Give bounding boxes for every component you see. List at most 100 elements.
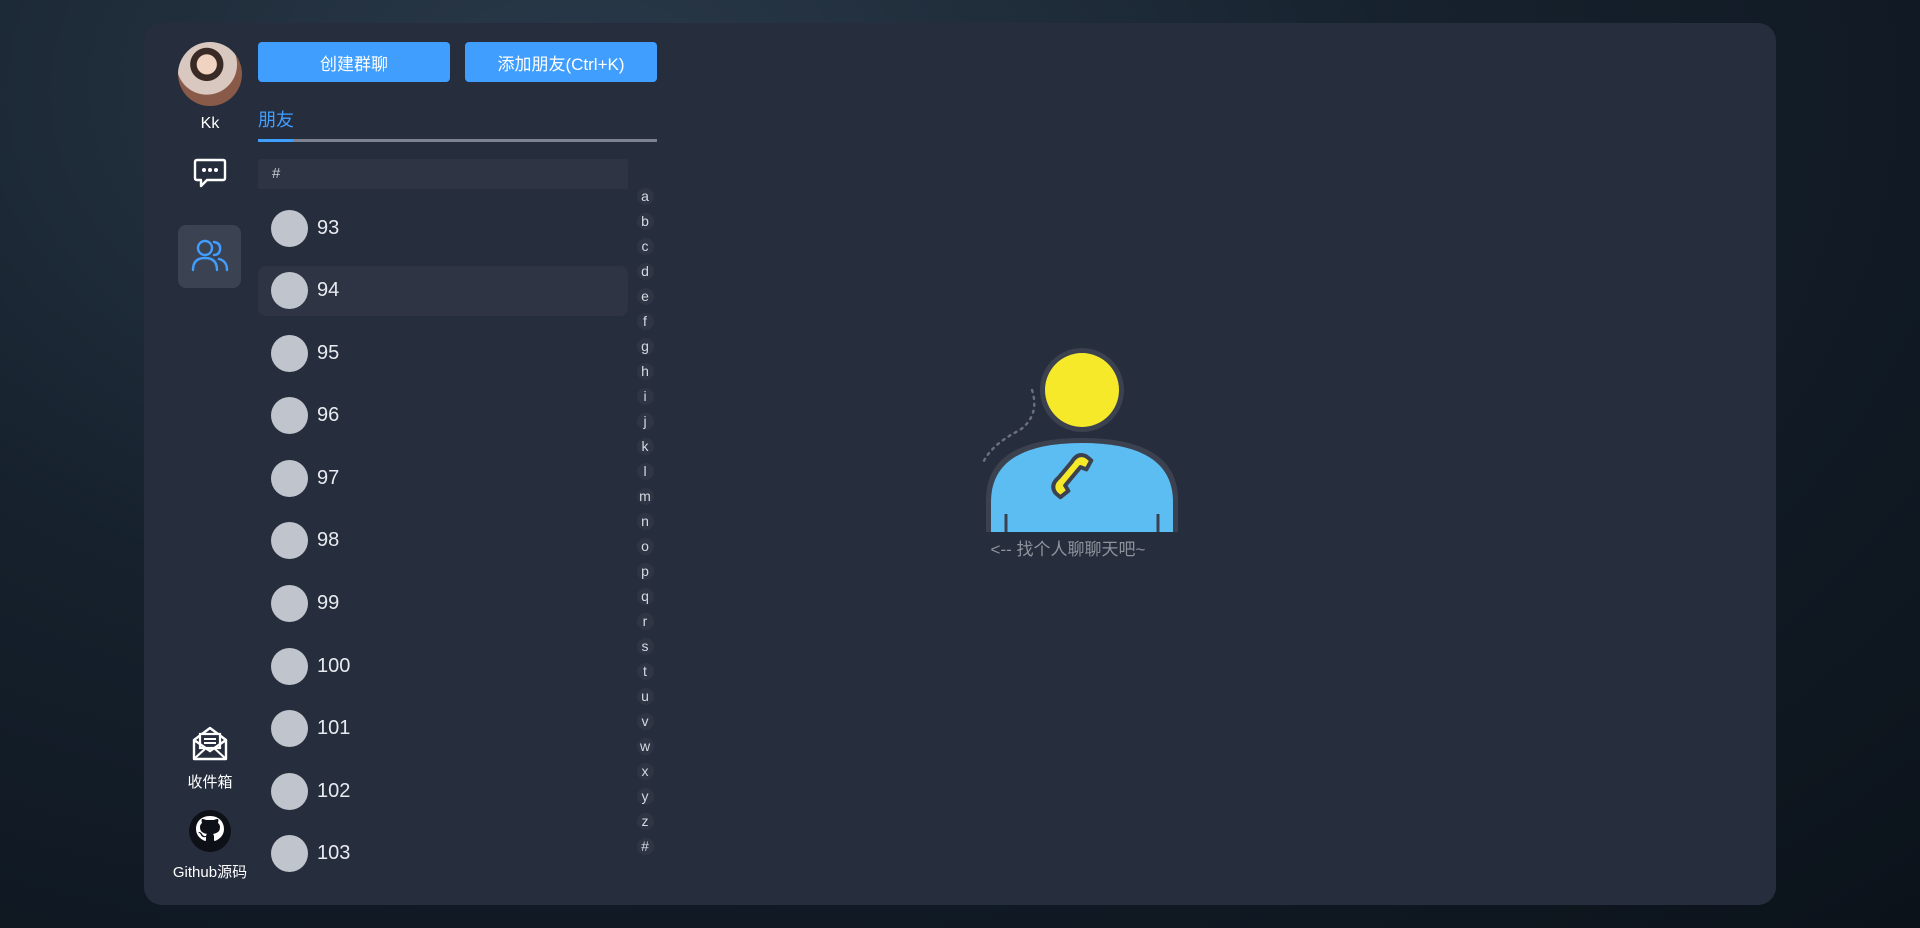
alphabet-letter[interactable]: b xyxy=(635,209,655,234)
friend-list-item[interactable]: 94 xyxy=(258,265,628,316)
friend-list-item[interactable]: 101 xyxy=(258,704,628,754)
alphabet-letter[interactable]: p xyxy=(635,559,655,584)
friend-name: 99 xyxy=(317,592,340,615)
alphabet-letter-label: x xyxy=(641,763,649,779)
friend-avatar xyxy=(271,334,308,372)
alphabet-letter-label: f xyxy=(643,313,647,329)
left-rail: Kk 收件箱 Github源码 xyxy=(144,23,274,905)
friend-avatar xyxy=(271,397,308,435)
friend-name: 95 xyxy=(317,341,340,364)
alphabet-letter[interactable]: o xyxy=(635,534,655,559)
github-link[interactable]: Github源码 xyxy=(144,809,276,882)
friend-avatar xyxy=(271,459,308,497)
alphabet-letter-label: i xyxy=(643,388,647,404)
alphabet-letter-label: r xyxy=(642,613,648,629)
friend-list-item[interactable]: 95 xyxy=(258,328,628,378)
friend-name: 93 xyxy=(317,216,340,239)
alphabet-letter[interactable]: k xyxy=(635,434,655,459)
alphabet-letter-label: e xyxy=(641,288,649,304)
friend-name: 96 xyxy=(317,404,340,427)
friend-list-item[interactable]: 93 xyxy=(258,203,628,253)
user-avatar[interactable] xyxy=(178,42,242,106)
alphabet-letter-label: a xyxy=(641,188,649,204)
alphabet-letter[interactable]: d xyxy=(635,259,655,284)
alphabet-letter-label: k xyxy=(641,438,649,454)
github-label: Github源码 xyxy=(172,864,248,881)
alphabet-letter[interactable]: z xyxy=(635,809,655,834)
friend-name: 98 xyxy=(317,529,340,552)
alphabet-letter[interactable]: q xyxy=(635,584,655,609)
alphabet-letter-label: g xyxy=(641,338,649,354)
alphabet-letter-label: m xyxy=(639,488,651,504)
friend-name: 97 xyxy=(317,466,340,489)
alphabet-letter[interactable]: s xyxy=(635,634,655,659)
alphabet-letter[interactable]: r xyxy=(635,609,655,634)
alphabet-letter-label: d xyxy=(641,263,649,279)
tab-friends[interactable]: 朋友 xyxy=(258,106,294,132)
friend-list-item[interactable]: 97 xyxy=(258,453,628,503)
alphabet-letter-label: p xyxy=(641,563,649,579)
alphabet-letter[interactable]: m xyxy=(635,484,655,509)
alphabet-letter-label: b xyxy=(641,213,649,229)
friend-avatar xyxy=(271,772,308,810)
alphabet-letter-label: u xyxy=(641,688,649,704)
friend-avatar xyxy=(271,272,308,310)
alphabet-letter[interactable]: w xyxy=(635,734,655,759)
alphabet-letter[interactable]: c xyxy=(635,234,655,259)
friend-name: 103 xyxy=(317,842,351,865)
friend-avatar xyxy=(271,585,308,623)
friend-list-item[interactable]: 96 xyxy=(258,391,628,441)
friends-nav-button[interactable] xyxy=(178,225,241,288)
alphabet-letter[interactable]: f xyxy=(635,309,655,334)
add-friend-button[interactable]: 添加朋友(Ctrl+K) xyxy=(465,42,657,82)
friend-name: 100 xyxy=(317,654,351,677)
inbox-label: 收件箱 xyxy=(187,774,233,791)
friend-avatar xyxy=(271,647,308,685)
friend-list-item[interactable]: 100 xyxy=(258,641,628,691)
alphabet-letter-label: j xyxy=(643,413,647,429)
alphabet-letter-label: h xyxy=(641,363,649,379)
alphabet-letter-label: s xyxy=(641,638,649,654)
alphabet-letter-label: n xyxy=(641,513,649,529)
friend-avatar xyxy=(271,710,308,748)
friend-list-item[interactable]: 103 xyxy=(258,829,628,879)
friend-avatar xyxy=(271,835,308,873)
alphabet-letter[interactable]: t xyxy=(635,659,655,684)
alphabet-letter-label: c xyxy=(641,238,649,254)
friend-list-item[interactable]: 102 xyxy=(258,766,628,816)
alphabet-letter[interactable]: n xyxy=(635,509,655,534)
alphabet-letter[interactable]: g xyxy=(635,334,655,359)
github-icon xyxy=(188,810,232,857)
friend-avatar xyxy=(271,522,308,560)
tab-active-indicator xyxy=(258,139,293,142)
alphabet-letter[interactable]: e xyxy=(635,284,655,309)
alphabet-letter-label: t xyxy=(643,663,647,679)
create-group-button[interactable]: 创建群聊 xyxy=(258,42,450,82)
group-header: # xyxy=(258,159,628,189)
alphabet-letter[interactable]: l xyxy=(635,459,655,484)
alphabet-letter[interactable]: i xyxy=(635,384,655,409)
friend-list-item[interactable]: 99 xyxy=(258,579,628,629)
inbox-button[interactable]: 收件箱 xyxy=(144,723,276,792)
friend-list: 93 94 95 96 97 98 99 100 101 102 103 xyxy=(258,203,628,892)
username: Kk xyxy=(200,115,220,132)
alphabet-letter[interactable]: h xyxy=(635,359,655,384)
alphabet-letter[interactable]: a xyxy=(635,184,655,209)
alphabet-letter-label: w xyxy=(639,738,651,754)
friend-name: 101 xyxy=(317,717,351,740)
alphabet-letter[interactable]: x xyxy=(635,759,655,784)
friend-name: 102 xyxy=(317,779,351,802)
chat-nav-button[interactable] xyxy=(178,155,241,195)
chat-bubble-icon xyxy=(193,157,227,193)
alphabet-letter[interactable]: j xyxy=(635,409,655,434)
alphabet-letter-label: z xyxy=(641,813,649,829)
alphabet-letter-label: v xyxy=(641,713,649,729)
alphabet-letter[interactable]: v xyxy=(635,709,655,734)
alphabet-letter[interactable]: y xyxy=(635,784,655,809)
alphabet-letter-label: l xyxy=(643,463,647,479)
alphabet-letter[interactable]: # xyxy=(635,834,655,859)
alphabet-letter[interactable]: u xyxy=(635,684,655,709)
alphabet-letter-label: y xyxy=(641,788,649,804)
friend-list-item[interactable]: 98 xyxy=(258,516,628,566)
inbox-envelope-icon xyxy=(190,726,230,767)
